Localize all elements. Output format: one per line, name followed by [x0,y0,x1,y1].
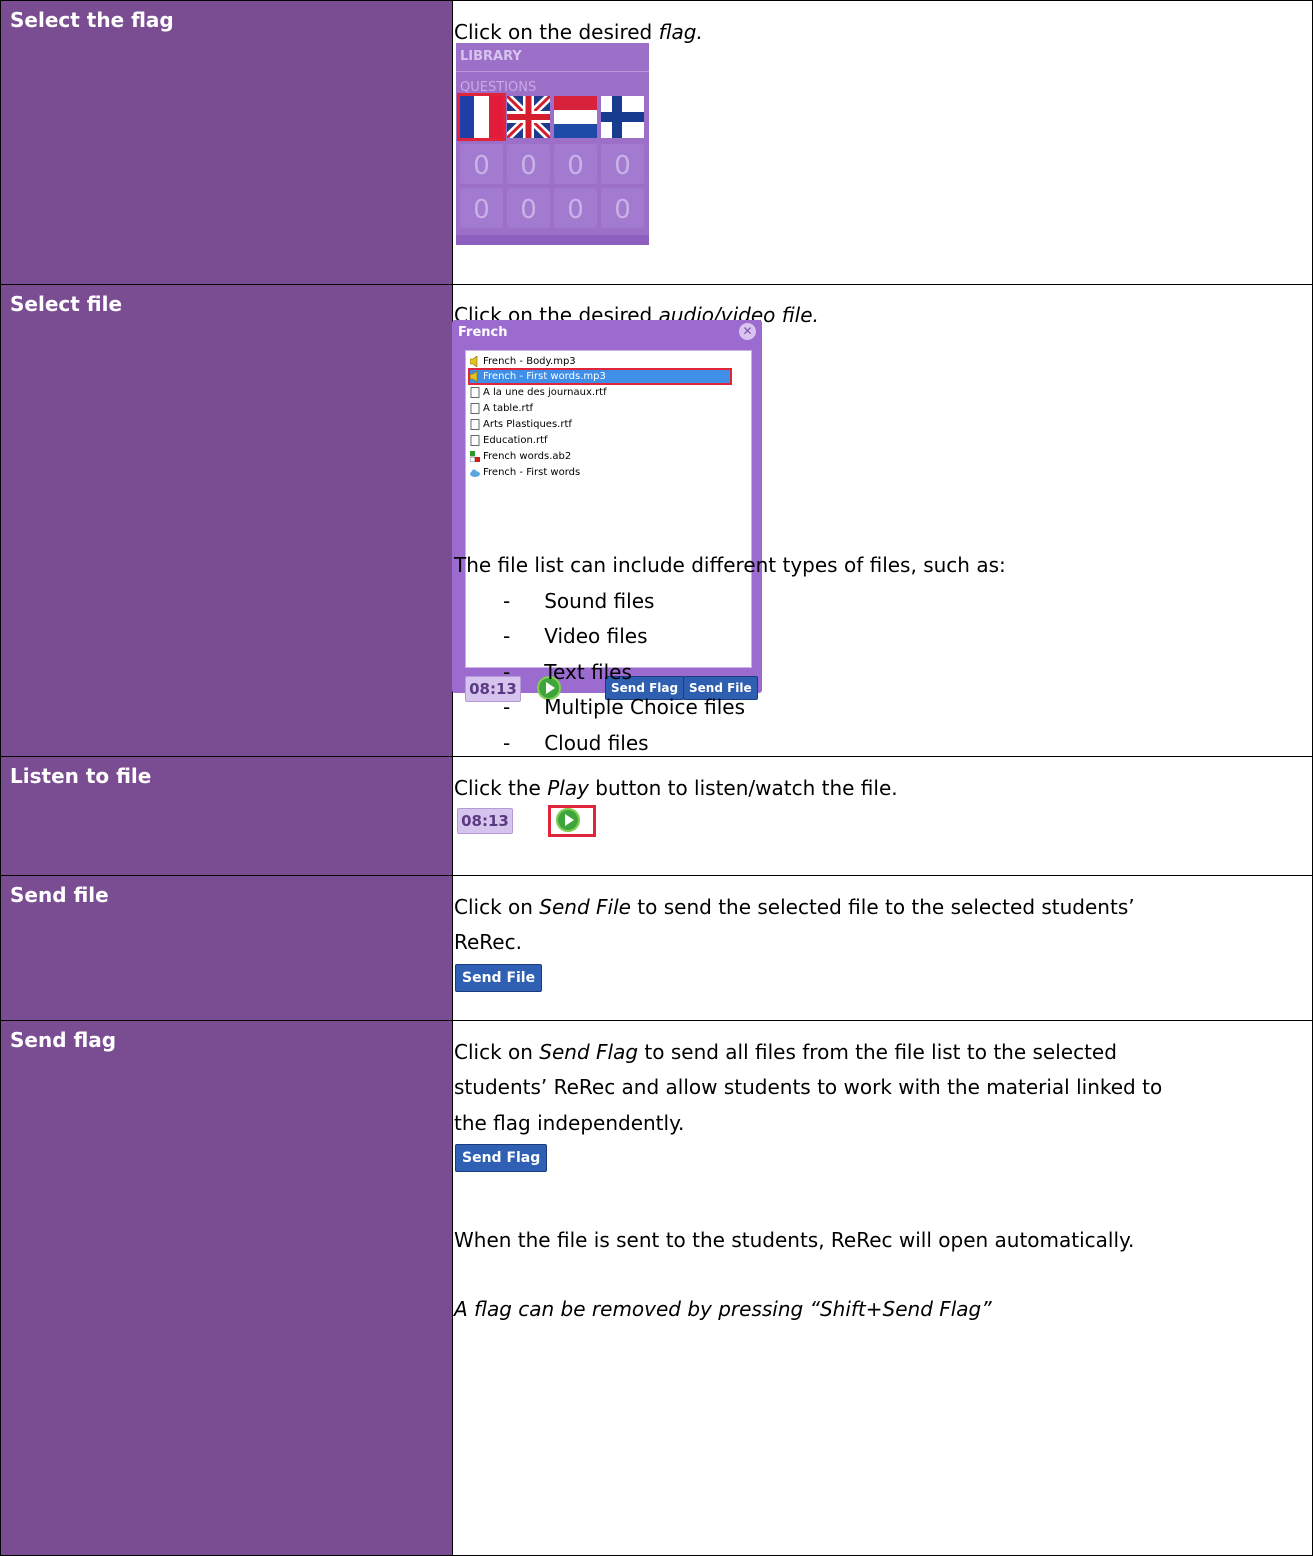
file-item-selected[interactable]: French - First words.mp3 [468,368,732,385]
flag-france-icon[interactable] [457,93,506,141]
instruction-text: Click on Send Flag to send all files fro… [454,1040,1117,1064]
library-title: LIBRARY [460,49,522,64]
row-label: Send file [0,875,452,1021]
file-item[interactable]: French words.ab2 [469,450,571,463]
speaker-icon [469,354,480,368]
flag-uk-icon[interactable] [504,93,553,141]
multiple-choice-icon [469,450,480,462]
empty-slot-icon[interactable]: 0 [460,144,503,184]
empty-slot-icon[interactable]: 0 [507,144,550,184]
close-icon[interactable]: ✕ [739,323,756,340]
file-list[interactable]: French - Body.mp3 French - First words.m… [465,350,752,668]
document-icon [470,418,480,430]
file-item[interactable]: Education.rtf [470,434,548,447]
empty-slot-icon[interactable]: 0 [554,144,597,184]
list-item: - Video files [503,624,648,648]
row-label: Send flag [0,1020,452,1556]
play-icon[interactable] [556,808,580,832]
flag-finland-icon[interactable] [601,96,644,138]
library-collapse-bar[interactable] [456,235,649,245]
cloud-icon [470,467,480,478]
instruction-text: Click on the desired flag. [454,20,703,44]
instruction-text-line3: the flag independently. [454,1111,685,1135]
instruction-text: Click on Send File to send the selected … [454,895,1135,919]
library-panel: LIBRARY QUESTIONS 0 0 0 0 0 0 0 0 [456,43,649,245]
instruction-text-line2: students’ ReRec and allow students to wo… [454,1075,1163,1099]
row-listen-file: Listen to file [0,756,1313,876]
speaker-icon [469,369,480,383]
file-item[interactable]: A table.rtf [470,402,533,415]
instruction-text: Click the Play button to listen/watch th… [454,776,898,800]
empty-slot-icon[interactable]: 0 [460,188,503,228]
send-file-button[interactable]: Send File [455,964,543,992]
empty-slot-icon[interactable]: 0 [601,188,644,228]
file-item[interactable]: Arts Plastiques.rtf [470,418,572,431]
empty-slot-icon[interactable]: 0 [554,188,597,228]
list-item: - Cloud files [503,731,649,755]
empty-slot-icon[interactable]: 0 [507,188,550,228]
file-item[interactable]: French - First words [470,466,580,479]
flag-netherlands-icon[interactable] [554,96,597,138]
row-content [452,1020,1313,1556]
file-item[interactable]: French - Body.mp3 [469,354,576,368]
timer-display: 08:13 [457,808,513,834]
auto-open-note: When the file is sent to the students, R… [454,1228,1135,1252]
list-item: - Sound files [503,589,655,613]
file-item[interactable]: A la une des journaux.rtf [470,386,607,399]
file-types-intro: The file list can include different type… [454,553,1006,577]
list-item: - Text files [503,660,632,684]
empty-slot-icon[interactable]: 0 [601,144,644,184]
row-label: Listen to file [0,756,452,876]
remove-flag-tip: A flag can be removed by pressing “Shift… [454,1297,992,1321]
document-icon [470,386,480,398]
row-send-flag: Send flag [0,1020,1313,1556]
questions-label: QUESTIONS [460,80,537,95]
dialog-title: French [458,325,508,340]
row-label: Select the flag [0,0,452,285]
instruction-text-line2: ReRec. [454,930,522,954]
send-flag-button[interactable]: Send Flag [455,1144,548,1172]
document-icon [470,402,480,414]
row-label: Select file [0,284,452,757]
document-icon [470,434,480,446]
list-item: - Multiple Choice files [503,695,745,719]
